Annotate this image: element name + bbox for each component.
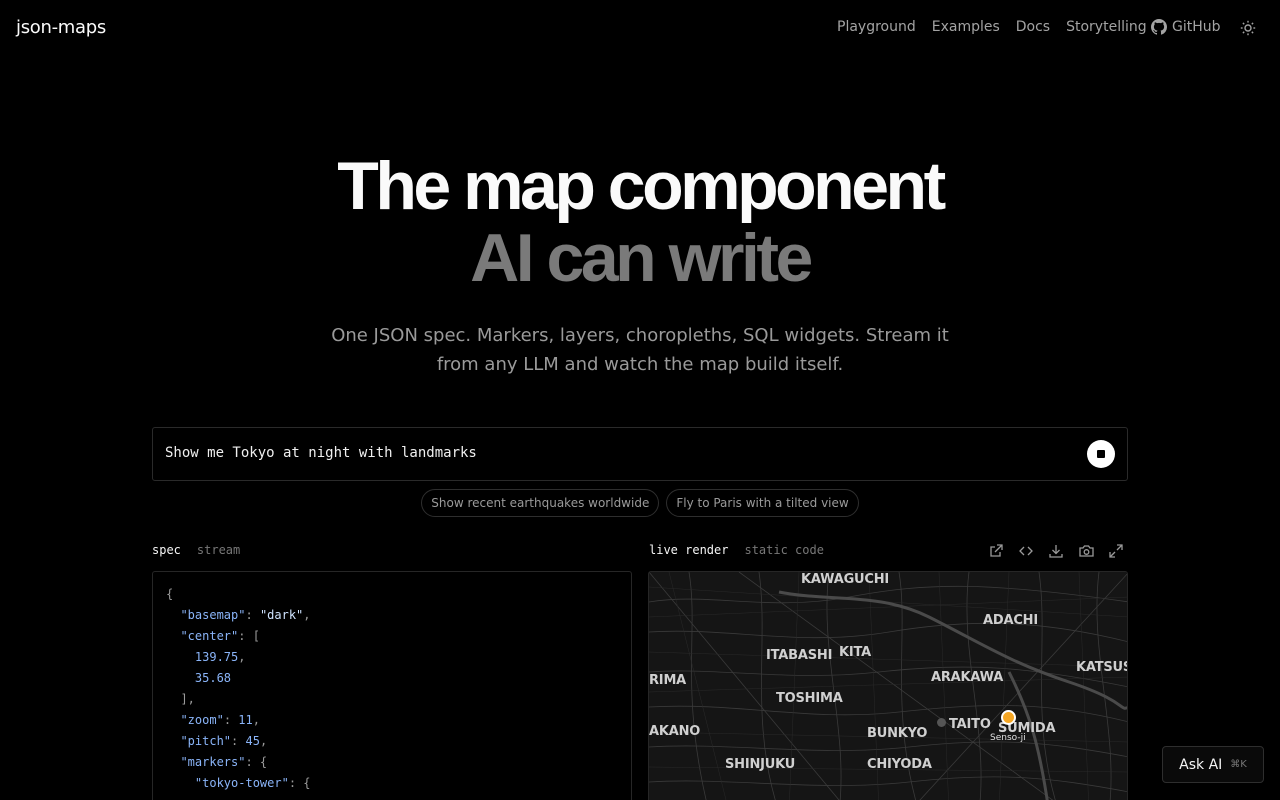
code-line: "pitch": 45,: [180, 734, 268, 748]
hero-title-line1: The map component: [337, 148, 946, 224]
nav-link-docs[interactable]: Docs: [1016, 19, 1050, 35]
spec-code-panel[interactable]: { "basemap": "dark", "center": [ 139.75,…: [152, 571, 632, 800]
map-toolbar: [987, 542, 1125, 560]
top-nav: json-maps Playground Examples Docs Story…: [0, 0, 1280, 56]
code-line: "basemap": "dark",: [180, 608, 311, 622]
expand-icon: [1109, 544, 1123, 558]
map-marker-label: Senso-ji: [990, 733, 1026, 743]
code-line: "center": [: [180, 629, 260, 643]
map-label-kawaguchi: KAWAGUCHI: [801, 572, 890, 587]
tab-static-code[interactable]: static code: [744, 543, 823, 557]
map-label-rima: RIMA: [649, 673, 687, 688]
theme-toggle-button[interactable]: [1238, 18, 1258, 38]
fullscreen-button[interactable]: [1107, 542, 1125, 560]
code-line: "tokyo-tower": {: [194, 776, 311, 790]
stop-button[interactable]: [1087, 440, 1115, 468]
screenshot-button[interactable]: [1077, 542, 1095, 560]
nav-link-playground[interactable]: Playground: [837, 19, 916, 35]
render-tabs: live render static code: [649, 543, 824, 557]
tab-stream[interactable]: stream: [197, 543, 240, 557]
map-label-bunkyo: BUNKYO: [867, 726, 928, 741]
stop-icon: [1097, 450, 1105, 458]
map-label-kita: KITA: [839, 645, 872, 660]
spec-tabs: spec stream: [152, 543, 240, 557]
suggestion-chips: Show recent earthquakes worldwide Fly to…: [0, 489, 1280, 517]
prompt-input[interactable]: Show me Tokyo at night with landmarks: [152, 427, 1128, 481]
external-link-icon: [990, 544, 1003, 557]
prompt-text[interactable]: Show me Tokyo at night with landmarks: [165, 445, 477, 461]
ask-ai-shortcut: ⌘K: [1230, 759, 1247, 770]
hero-title-line2: AI can write: [470, 220, 813, 296]
tab-spec[interactable]: spec: [152, 543, 181, 557]
map-label-chiyoda: CHIYODA: [867, 757, 932, 772]
hero-title: The map component AI can write: [0, 150, 1280, 294]
logo[interactable]: json-maps: [16, 17, 106, 38]
code-line: "markers": {: [180, 755, 268, 769]
github-label: GitHub: [1172, 19, 1221, 35]
hero-subtitle: One JSON spec. Markers, layers, chorople…: [331, 325, 949, 375]
view-code-button[interactable]: [1017, 542, 1035, 560]
map-marker-senso-ji[interactable]: [1001, 710, 1016, 725]
code-line: "zoom": 11,: [180, 713, 260, 727]
map-label-itabashi: ITABASHI: [766, 648, 833, 663]
download-icon: [1049, 545, 1063, 558]
code-line: 35.68: [194, 671, 232, 685]
live-map[interactable]: KAWAGUCHI ADACHI ITABASHI KITA KATSUS RI…: [648, 571, 1128, 800]
ask-ai-label: Ask AI: [1179, 756, 1223, 773]
open-external-button[interactable]: [987, 542, 1005, 560]
map-label-toshima: TOSHIMA: [776, 691, 843, 706]
map-label-shinjuku: SHINJUKU: [725, 757, 796, 772]
code-icon: [1019, 546, 1033, 556]
download-button[interactable]: [1047, 542, 1065, 560]
map-label-adachi: ADACHI: [983, 613, 1038, 628]
camera-icon: [1078, 545, 1094, 557]
map-dot: [937, 718, 946, 727]
map-label-akano: AKANO: [649, 724, 701, 739]
sun-icon: [1240, 20, 1256, 36]
nav-link-github[interactable]: GitHub: [1151, 19, 1221, 35]
suggestion-chip-paris[interactable]: Fly to Paris with a tilted view: [666, 489, 859, 517]
map-label-arakawa: ARAKAWA: [931, 670, 1004, 685]
code-line: ],: [166, 692, 195, 706]
code-line: {: [166, 587, 174, 601]
ask-ai-button[interactable]: Ask AI ⌘K: [1162, 746, 1264, 783]
tab-live-render[interactable]: live render: [649, 543, 728, 557]
github-icon: [1151, 19, 1167, 35]
spec-code: { "basemap": "dark", "center": [ 139.75,…: [166, 584, 311, 794]
nav-link-storytelling[interactable]: Storytelling: [1066, 19, 1147, 35]
map-label-katsus: KATSUS: [1076, 660, 1128, 675]
suggestion-chip-earthquakes[interactable]: Show recent earthquakes worldwide: [421, 489, 660, 517]
nav-link-examples[interactable]: Examples: [932, 19, 1000, 35]
code-line: 139.75,: [194, 650, 246, 664]
map-label-taito: TAITO: [949, 717, 991, 732]
nav-links: Playground Examples Docs Storytelling: [837, 19, 1147, 35]
